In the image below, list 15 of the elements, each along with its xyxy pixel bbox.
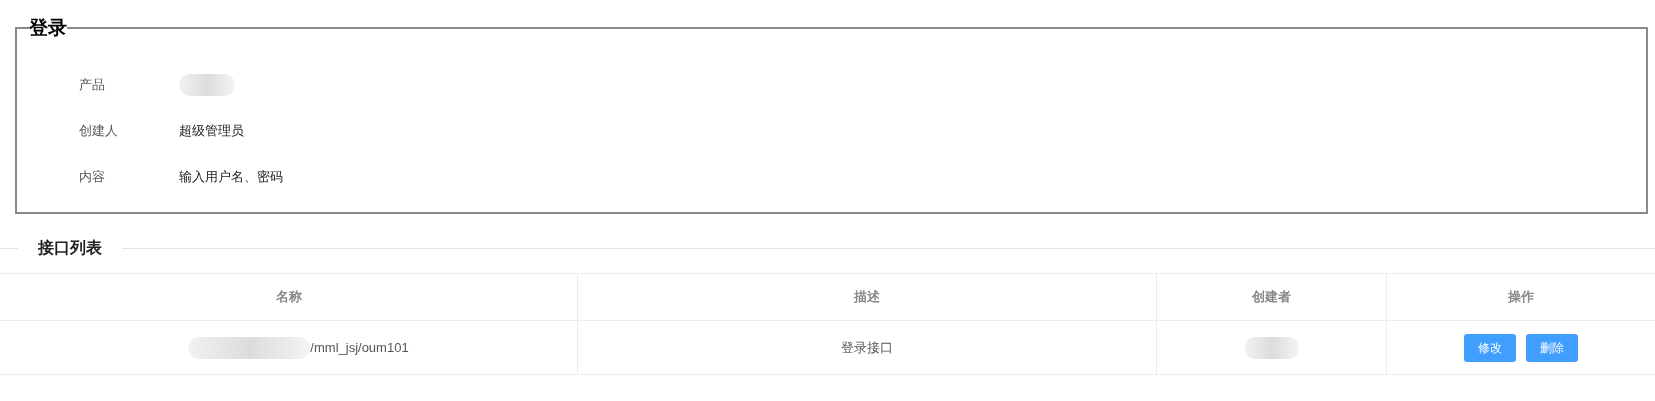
- delete-button[interactable]: 删除: [1526, 333, 1578, 362]
- field-label: 内容: [79, 168, 106, 187]
- table-cell-text: 登录接口: [841, 338, 893, 357]
- table-cell-text: /mml_jsj/oum101: [310, 338, 409, 357]
- column-header: 名称: [275, 288, 302, 307]
- field-label: 产品: [79, 76, 106, 95]
- field-label: 创建人: [79, 122, 119, 141]
- column-header: 描述: [854, 288, 880, 307]
- column-header: 操作: [1508, 288, 1534, 307]
- column-header: 创建者: [1252, 288, 1291, 307]
- panel-title: 登录: [29, 18, 67, 37]
- field-value: 超级管理员: [179, 122, 244, 141]
- section-title: 接口列表: [37, 238, 103, 258]
- field-value: 输入用户名、密码: [179, 168, 283, 187]
- edit-button[interactable]: 修改: [1464, 333, 1516, 362]
